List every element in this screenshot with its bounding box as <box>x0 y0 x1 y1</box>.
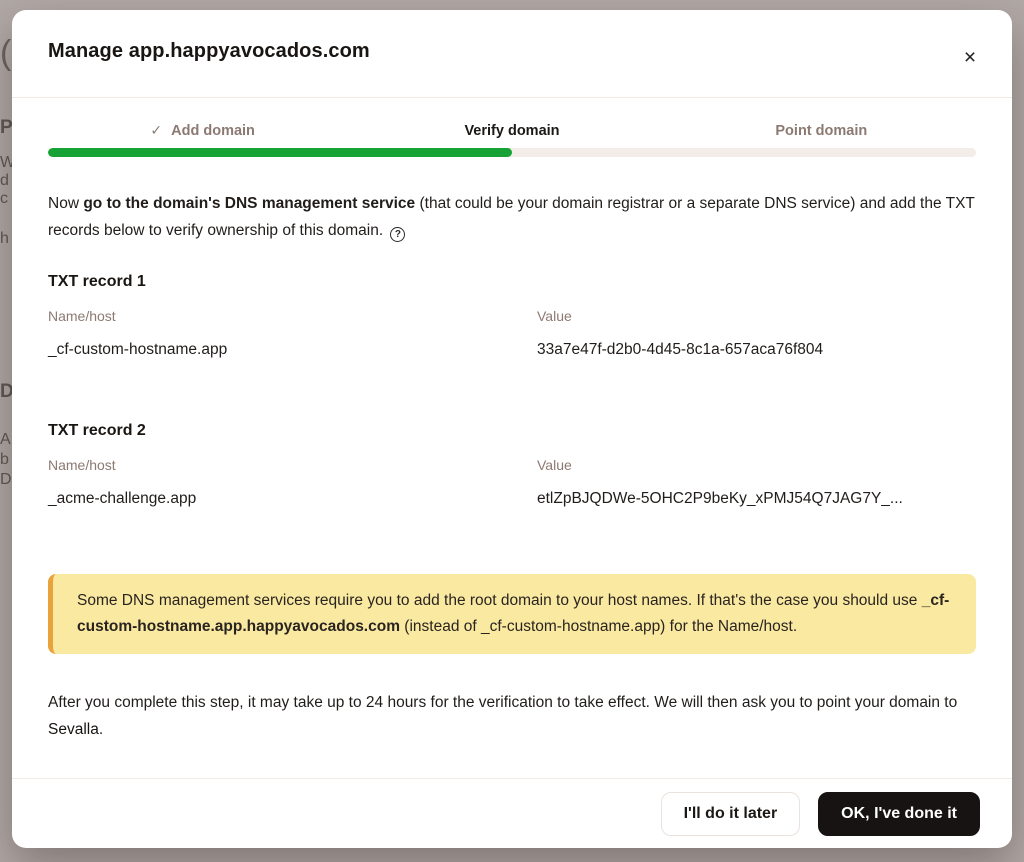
close-icon[interactable]: × <box>954 42 986 74</box>
txt-record-2: TXT record 2 Name/host Value _acme-chall… <box>48 422 976 508</box>
outro-pre: After you complete this step, it may tak… <box>48 694 957 711</box>
record-name-value: _cf-custom-hostname.app <box>48 341 537 359</box>
record-name-value: _acme-challenge.app <box>48 490 537 508</box>
record-title: TXT record 1 <box>48 273 976 291</box>
do-it-later-button[interactable]: I'll do it later <box>661 792 801 836</box>
value-label: Value <box>537 308 976 324</box>
step-verify-domain: Verify domain <box>357 122 666 139</box>
step-point-domain: Point domain <box>667 122 976 139</box>
manage-domain-dialog: Manage app.happyavocados.com × ✓ Add dom… <box>12 10 1012 848</box>
verification-delay-note: After you complete this step, it may tak… <box>48 689 976 743</box>
check-icon: ✓ <box>150 122 162 139</box>
background-text-fragment: A <box>0 432 11 448</box>
background-text-fragment: h <box>0 231 9 247</box>
dns-root-domain-warning: Some DNS management services require you… <box>48 574 976 654</box>
progress-bar <box>48 148 976 157</box>
intro-pre: Now <box>48 195 83 212</box>
dimmed-background-page: ( P W d c h D A b D <box>0 0 12 862</box>
record-values-row: _cf-custom-hostname.app 33a7e47f-d2b0-4d… <box>48 341 976 359</box>
screen: ( P W d c h D A b D Manage app.happyavoc… <box>0 0 1024 862</box>
progress-bar-fill <box>48 148 512 157</box>
txt-record-1: TXT record 1 Name/host Value _cf-custom-… <box>48 273 976 359</box>
dialog-footer: I'll do it later OK, I've done it <box>12 778 1012 848</box>
background-text-fragment: D <box>0 382 12 401</box>
record-value-value: etlZpBJQDWe-5OHC2P9beKy_xPMJ54Q7JAG7Y_..… <box>537 490 976 508</box>
step-add-domain: ✓ Add domain <box>48 122 357 139</box>
dialog-title: Manage app.happyavocados.com <box>48 40 976 63</box>
background-text-fragment: ( <box>0 36 11 70</box>
step-label: Add domain <box>171 123 255 139</box>
help-icon[interactable]: ? <box>390 227 405 242</box>
background-text-fragment: c <box>0 191 8 207</box>
intro-bold: go to the domain's DNS management servic… <box>83 195 415 212</box>
record-value-value: 33a7e47f-d2b0-4d45-8c1a-657aca76f804 <box>537 341 976 359</box>
instructions-text: Now go to the domain's DNS management se… <box>48 190 976 244</box>
background-text-fragment: P <box>0 118 12 137</box>
dialog-header: Manage app.happyavocados.com × <box>12 10 1012 98</box>
record-title: TXT record 2 <box>48 422 976 440</box>
background-text-fragment: W <box>0 155 12 171</box>
step-indicator: ✓ Add domain Verify domain Point domain <box>48 122 976 139</box>
background-text-fragment: D <box>0 472 12 488</box>
record-values-row: _acme-challenge.app etlZpBJQDWe-5OHC2P9b… <box>48 490 976 508</box>
record-column-headers: Name/host Value <box>48 308 976 324</box>
record-column-headers: Name/host Value <box>48 457 976 473</box>
step-label: Point domain <box>775 123 867 139</box>
name-host-label: Name/host <box>48 308 537 324</box>
dialog-body: ✓ Add domain Verify domain Point domain … <box>12 98 1012 778</box>
warning-post: (instead of _cf-custom-hostname.app) for… <box>400 618 797 635</box>
warning-pre: Some DNS management services require you… <box>77 592 922 609</box>
background-text-fragment: b <box>0 452 9 468</box>
brand-name: Sevalla <box>48 721 99 738</box>
ok-done-button[interactable]: OK, I've done it <box>818 792 980 836</box>
step-label: Verify domain <box>464 123 559 139</box>
name-host-label: Name/host <box>48 457 537 473</box>
outro-post: . <box>99 721 103 738</box>
value-label: Value <box>537 457 976 473</box>
background-text-fragment: d <box>0 173 9 189</box>
